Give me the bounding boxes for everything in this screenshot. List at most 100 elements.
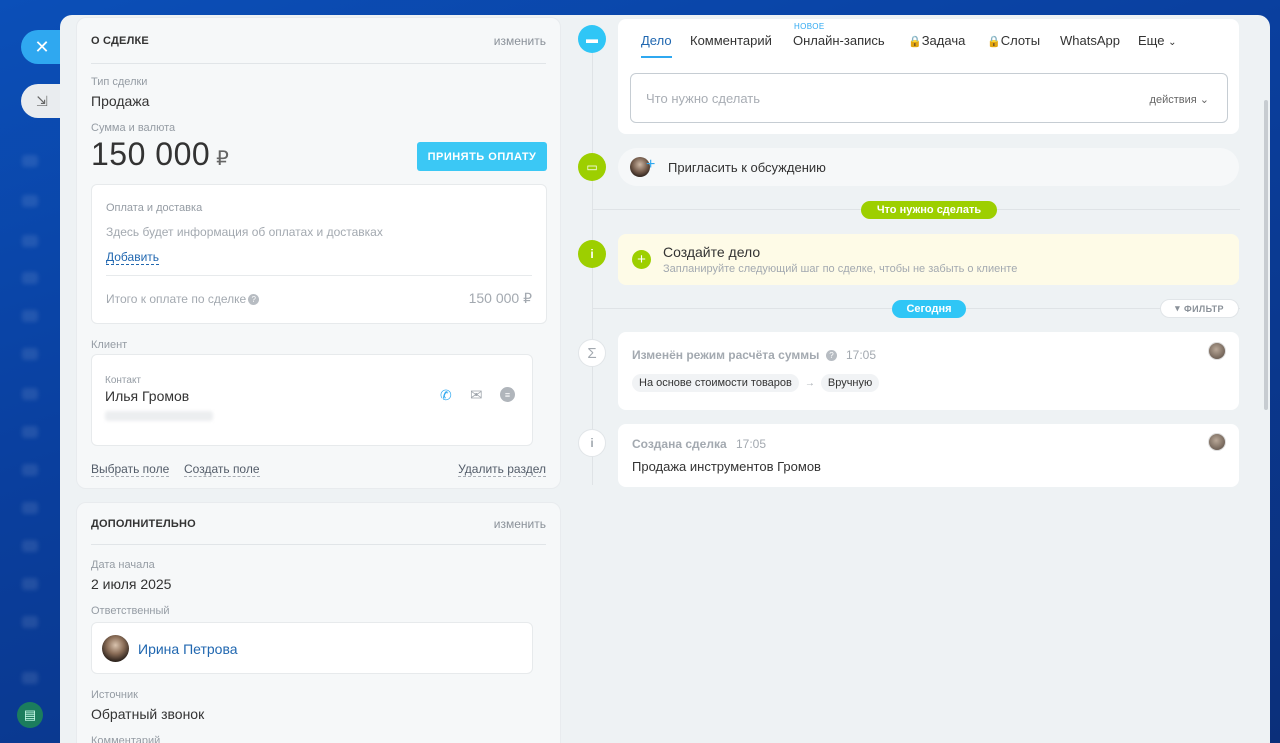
chat-icon[interactable]: ≡ (500, 387, 515, 402)
avatar[interactable] (1208, 342, 1226, 360)
comment-label: Комментарий (91, 735, 161, 743)
arrow-right-icon: → (804, 377, 815, 389)
blurred-menu-item (22, 195, 38, 207)
tab-whatsapp[interactable]: WhatsApp (1060, 33, 1120, 48)
tab-slots[interactable]: 🔒Слоты (987, 33, 1040, 48)
blurred-menu-item (22, 540, 38, 552)
filter-icon: ▾ (1175, 303, 1180, 313)
change-link[interactable]: изменить (494, 517, 546, 531)
total-label-text: Итого к оплате по сделке (106, 292, 247, 306)
chevron-down-icon: ⌄ (1168, 37, 1177, 48)
todo-input[interactable]: Что нужно сделать действия ⌄ (630, 73, 1228, 123)
close-icon: ✕ (34, 36, 50, 57)
amount-display: 150 000 ₽ (91, 136, 229, 173)
event-time: 17:05 (736, 437, 767, 451)
additional-card: ДОПОЛНИТЕЛЬНО изменить Дата начала 2 июл… (76, 502, 561, 743)
avatar[interactable] (102, 635, 129, 662)
select-field-link[interactable]: Выбрать поле (91, 462, 170, 477)
add-payment-link[interactable]: Добавить (106, 250, 160, 265)
blurred-menu-item (22, 464, 38, 476)
to-chip: Вручную (820, 374, 880, 392)
event-title: Создана сделка (632, 437, 727, 451)
blurred-menu-item (22, 672, 38, 684)
info-icon: i (578, 429, 606, 457)
actions-dropdown[interactable]: действия ⌄ (1150, 93, 1209, 106)
start-date-label: Дата начала (91, 559, 155, 571)
activity-editor: Дело Комментарий НОВОЕ Онлайн-запись 🔒За… (618, 19, 1239, 134)
tab-task[interactable]: 🔒Задача (908, 33, 965, 48)
phone-icon[interactable]: ✆ (440, 387, 452, 404)
avatar[interactable] (1208, 433, 1226, 451)
help-icon[interactable]: ? (248, 294, 260, 306)
close-slider-button[interactable]: ✕ (21, 30, 63, 64)
card-title: ДОПОЛНИТЕЛЬНО (91, 517, 196, 530)
from-chip: На основе стоимости товаров (632, 374, 799, 392)
lock-icon: 🔒 (908, 36, 922, 48)
collapse-slider-button[interactable]: ⇲ (21, 84, 63, 118)
source-label: Источник (91, 689, 138, 701)
comment-icon: ▭ (578, 153, 606, 181)
event-deal-created: Создана сделка 17:05 Продажа инструменто… (618, 424, 1239, 487)
scrollbar[interactable] (1264, 100, 1268, 410)
source-value: Обратный звонок (91, 706, 205, 722)
blurred-phone (105, 411, 213, 421)
event-title: Изменён режим расчёта суммы (632, 348, 820, 362)
blurred-menu-item (22, 426, 38, 438)
total-value: 150 000 ₽ (468, 290, 532, 306)
deal-type-value: Продажа (91, 93, 150, 109)
invite-bar[interactable]: + Пригласить к обсуждению (618, 148, 1239, 186)
card-title: О СДЕЛКЕ (91, 34, 149, 47)
tab-comment[interactable]: Комментарий (690, 33, 772, 48)
deal-slider: О СДЕЛКЕ изменить Тип сделки Продажа Сум… (60, 15, 1270, 743)
blurred-menu-item (22, 272, 38, 284)
print-icon[interactable]: ▤ (17, 702, 43, 728)
responsible-name[interactable]: Ирина Петрова (138, 641, 238, 657)
accept-payment-button[interactable]: ПРИНЯТЬ ОПЛАТУ (417, 142, 547, 171)
email-icon[interactable]: ✉ (470, 386, 483, 404)
change-link[interactable]: изменить (494, 34, 546, 48)
start-date-value: 2 июля 2025 (91, 576, 172, 592)
help-icon[interactable]: ? (826, 350, 837, 361)
actions-label: действия (1149, 94, 1197, 106)
collapse-icon: ⇲ (36, 92, 48, 109)
change-chips: На основе стоимости товаров → Вручную (632, 374, 880, 392)
tab-more-label: Еще (1138, 33, 1165, 48)
plus-icon: + (646, 156, 656, 173)
card-header: О СДЕЛКЕ изменить (91, 18, 546, 64)
blurred-menu-item (22, 616, 38, 628)
tab-slots-label: Слоты (1000, 33, 1041, 48)
blurred-menu-item (22, 388, 38, 400)
create-task-title: Создайте дело (663, 244, 761, 260)
event-time: 17:05 (846, 348, 877, 362)
delete-section-link[interactable]: Удалить раздел (458, 462, 546, 477)
lock-icon: 🔒 (987, 36, 1001, 48)
create-field-link[interactable]: Создать поле (184, 462, 260, 477)
tab-task-label: Задача (921, 33, 966, 48)
invite-label: Пригласить к обсуждению (668, 160, 826, 175)
event-amount-mode: Изменён режим расчёта суммы ? 17:05 На о… (618, 332, 1239, 410)
create-task-card[interactable]: + Создайте дело Запланируйте следующий ш… (618, 234, 1239, 285)
amount-value: 150 000 (91, 136, 211, 172)
filter-label: ФИЛЬТР (1183, 303, 1224, 314)
blurred-menu-item (22, 578, 38, 590)
today-pill: Сегодня (892, 300, 966, 318)
divider (106, 275, 532, 276)
contact-name[interactable]: Илья Громов (105, 388, 189, 404)
tab-online-booking[interactable]: Онлайн-запись (793, 33, 885, 48)
tab-deal[interactable]: Дело (641, 33, 672, 48)
deal-info-card: О СДЕЛКЕ изменить Тип сделки Продажа Сум… (76, 17, 561, 489)
todo-pill: Что нужно сделать (861, 201, 997, 219)
payment-info: Здесь будет информация об оплатах и дост… (106, 225, 383, 239)
blurred-menu-item (22, 502, 38, 514)
sigma-icon: Σ (578, 339, 606, 367)
currency-symbol: ₽ (216, 148, 230, 170)
new-badge: НОВОЕ (794, 22, 825, 31)
responsible-box: Ирина Петрова (91, 622, 533, 674)
filter-button[interactable]: ▾ ФИЛЬТР (1160, 299, 1239, 318)
todo-placeholder: Что нужно сделать (646, 91, 760, 106)
payment-delivery-box: Оплата и доставка Здесь будет информация… (91, 184, 547, 324)
event-body: Продажа инструментов Громов (632, 459, 821, 474)
total-label: Итого к оплате по сделке? (106, 292, 260, 306)
responsible-label: Ответственный (91, 605, 170, 617)
tab-more[interactable]: Еще ⌄ (1138, 33, 1176, 48)
